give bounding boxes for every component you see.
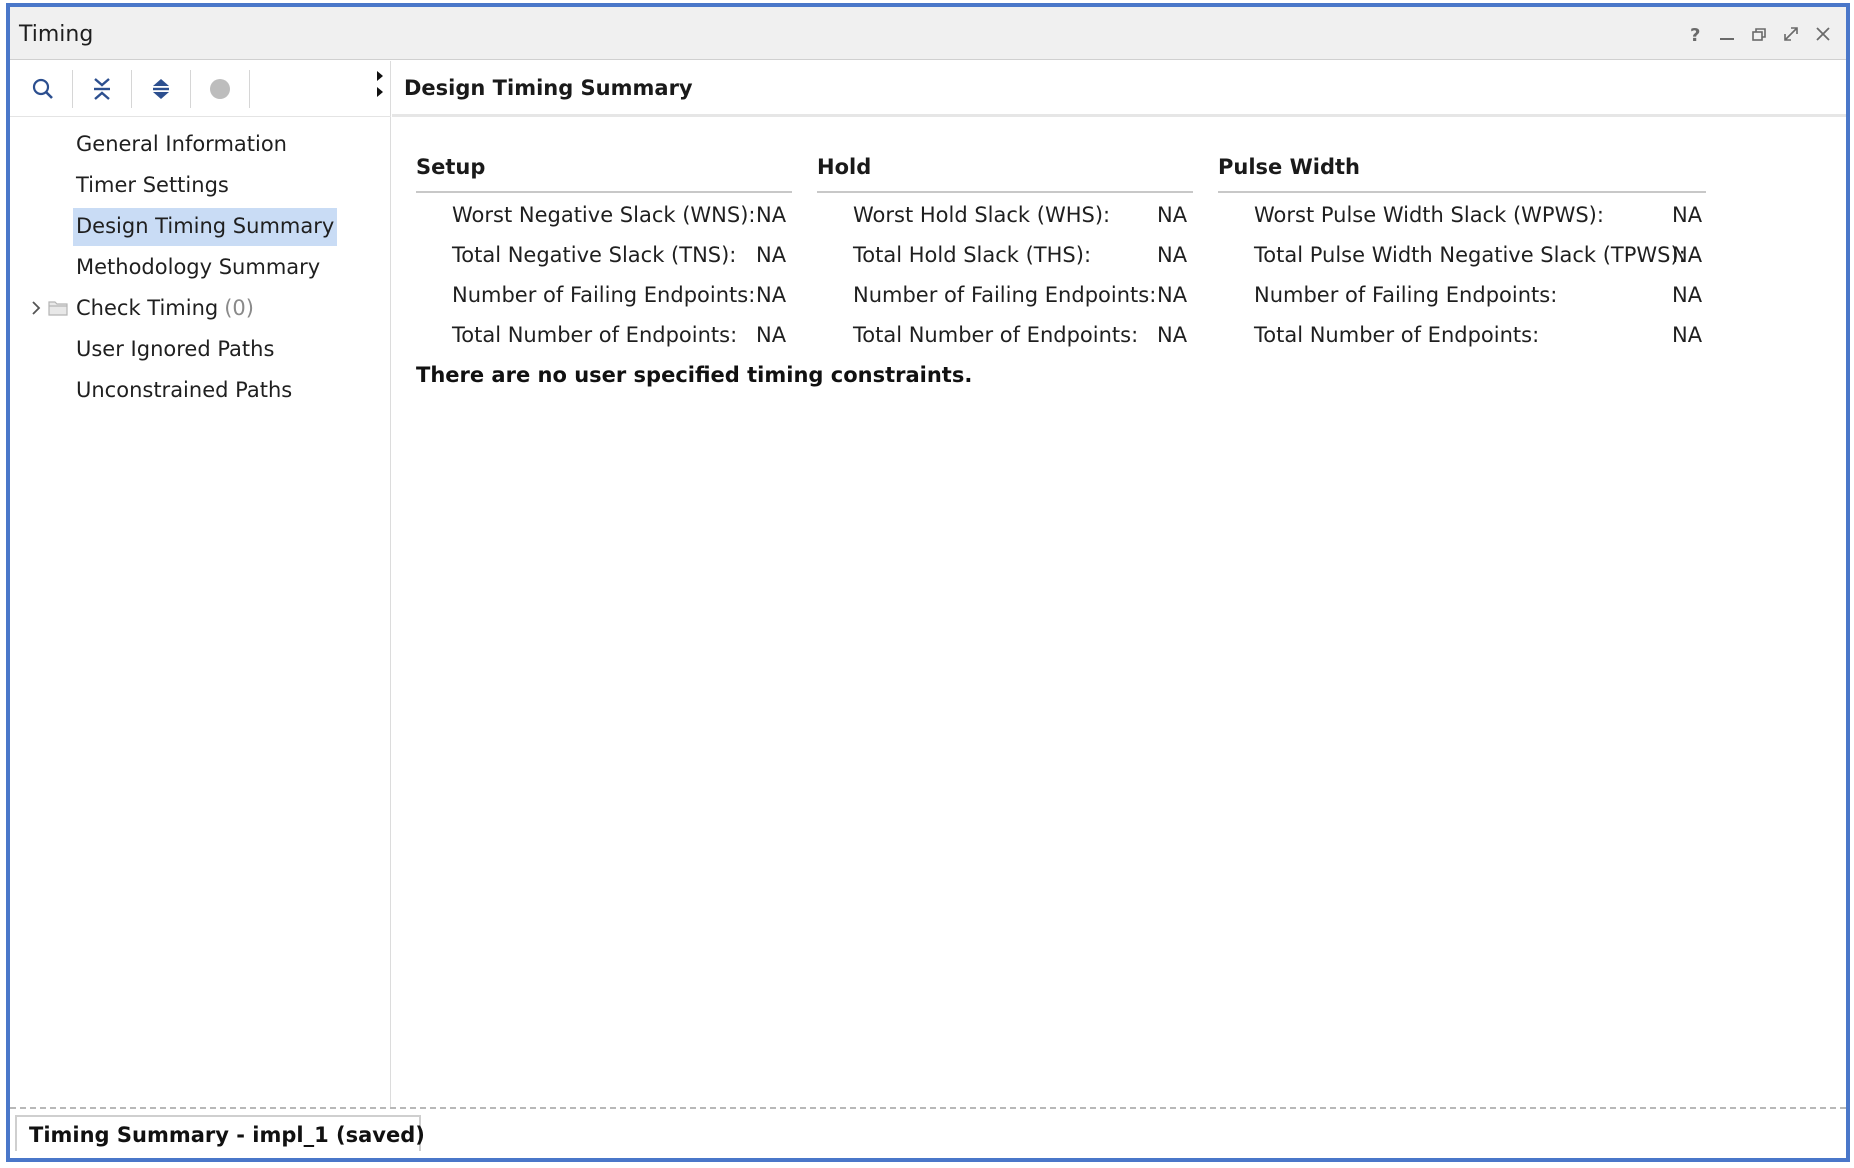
tree-item-text: Check Timing bbox=[76, 296, 219, 320]
tree-item-label: Methodology Summary bbox=[76, 255, 321, 279]
tree-item-label: User Ignored Paths bbox=[76, 337, 275, 361]
pulse-width-row: Worst Pulse Width Slack (WPWS): NA bbox=[1218, 193, 1706, 233]
tab-timing-summary[interactable]: Timing Summary - impl_1 (saved) bbox=[15, 1115, 425, 1151]
row-label: Total Number of Endpoints: bbox=[1254, 323, 1540, 347]
pulse-width-row: Total Pulse Width Negative Slack (TPWS):… bbox=[1218, 233, 1706, 273]
close-icon[interactable] bbox=[1810, 20, 1836, 48]
tree-item-user-ignored-paths[interactable]: User Ignored Paths bbox=[10, 328, 391, 369]
setup-row: Worst Negative Slack (WNS): NA bbox=[416, 193, 792, 233]
setup-row: Total Number of Endpoints: NA bbox=[416, 313, 792, 353]
tree-item-unconstrained-paths[interactable]: Unconstrained Paths bbox=[10, 369, 391, 410]
setup-row: Total Negative Slack (TNS): NA bbox=[416, 233, 792, 273]
tree-item-label: Check Timing (0) bbox=[73, 290, 257, 328]
setup-row: Number of Failing Endpoints: NA bbox=[416, 273, 792, 313]
minimize-icon[interactable] bbox=[1714, 20, 1740, 48]
toolbar-separator bbox=[190, 69, 191, 108]
row-value: NA bbox=[1157, 243, 1188, 267]
svg-text:?: ? bbox=[1690, 25, 1700, 44]
row-value: NA bbox=[1672, 283, 1703, 307]
restore-icon[interactable] bbox=[1746, 20, 1772, 48]
tree-item-label: Design Timing Summary bbox=[73, 208, 338, 246]
no-constraints-message: There are no user specified timing const… bbox=[416, 363, 973, 387]
hold-title: Hold bbox=[817, 155, 1193, 193]
window-title: Timing bbox=[19, 22, 94, 47]
circle-icon[interactable] bbox=[199, 69, 241, 109]
pane-splitter-arrows[interactable] bbox=[375, 69, 387, 103]
row-value: NA bbox=[1157, 323, 1188, 347]
tree-item-design-timing-summary[interactable]: Design Timing Summary bbox=[10, 205, 391, 246]
row-label: Total Pulse Width Negative Slack (TPWS): bbox=[1254, 243, 1686, 267]
hold-row: Worst Hold Slack (WHS): NA bbox=[817, 193, 1193, 233]
pulse-width-row: Total Number of Endpoints: NA bbox=[1218, 313, 1706, 353]
row-label: Worst Negative Slack (WNS): bbox=[452, 203, 756, 227]
row-value: NA bbox=[1672, 203, 1703, 227]
maximize-icon[interactable] bbox=[1778, 20, 1804, 48]
hold-row: Number of Failing Endpoints: NA bbox=[817, 273, 1193, 313]
row-label: Worst Hold Slack (WHS): bbox=[853, 203, 1111, 227]
tree-item-timer-settings[interactable]: Timer Settings bbox=[10, 164, 391, 205]
help-icon[interactable]: ? bbox=[1682, 20, 1708, 48]
row-label: Number of Failing Endpoints: bbox=[1254, 283, 1558, 307]
row-label: Number of Failing Endpoints: bbox=[853, 283, 1157, 307]
tree-item-general-information[interactable]: General Information bbox=[10, 123, 391, 164]
timing-report-tree: General Information Timer Settings Desig… bbox=[10, 123, 391, 410]
window-controls: ? bbox=[1682, 20, 1836, 48]
collapse-all-icon[interactable] bbox=[81, 69, 123, 109]
summary-pane: Design Timing Summary Setup Worst Negati… bbox=[392, 61, 1846, 1107]
row-label: Total Hold Slack (THS): bbox=[853, 243, 1092, 267]
row-value: NA bbox=[1157, 283, 1188, 307]
toolbar-separator bbox=[249, 69, 250, 108]
pulse-width-row: Number of Failing Endpoints: NA bbox=[1218, 273, 1706, 313]
chevron-right-icon[interactable] bbox=[28, 298, 44, 316]
summary-header: Design Timing Summary bbox=[392, 61, 1846, 117]
timing-window: Timing ? General Information Timer Setti… bbox=[6, 3, 1850, 1162]
tree-item-label: Unconstrained Paths bbox=[76, 378, 293, 402]
search-icon[interactable] bbox=[22, 69, 64, 109]
tree-toolbar bbox=[10, 61, 391, 117]
row-value: NA bbox=[756, 323, 787, 347]
setup-section: Setup Worst Negative Slack (WNS): NA Tot… bbox=[416, 155, 792, 353]
title-bar: Timing ? bbox=[10, 7, 1846, 60]
row-label: Total Number of Endpoints: bbox=[853, 323, 1139, 347]
row-label: Number of Failing Endpoints: bbox=[452, 283, 756, 307]
pulse-width-title: Pulse Width bbox=[1218, 155, 1706, 193]
tree-item-count: (0) bbox=[224, 296, 254, 320]
navigation-pane: General Information Timer Settings Desig… bbox=[10, 61, 391, 1107]
folder-icon bbox=[48, 298, 68, 316]
toolbar-separator bbox=[131, 69, 132, 108]
row-label: Total Number of Endpoints: bbox=[452, 323, 738, 347]
row-label: Worst Pulse Width Slack (WPWS): bbox=[1254, 203, 1604, 227]
tree-item-label: Timer Settings bbox=[76, 173, 229, 197]
setup-title: Setup bbox=[416, 155, 792, 193]
row-value: NA bbox=[1672, 323, 1703, 347]
report-tab-bar: Timing Summary - impl_1 (saved) bbox=[10, 1107, 1846, 1158]
row-label: Total Negative Slack (TNS): bbox=[452, 243, 737, 267]
row-value: NA bbox=[1672, 243, 1703, 267]
hold-row: Total Hold Slack (THS): NA bbox=[817, 233, 1193, 273]
pulse-width-section: Pulse Width Worst Pulse Width Slack (WPW… bbox=[1218, 155, 1706, 353]
row-value: NA bbox=[1157, 203, 1188, 227]
hold-row: Total Number of Endpoints: NA bbox=[817, 313, 1193, 353]
row-value: NA bbox=[756, 203, 787, 227]
tree-item-methodology-summary[interactable]: Methodology Summary bbox=[10, 246, 391, 287]
row-value: NA bbox=[756, 283, 787, 307]
tree-item-label: General Information bbox=[76, 132, 287, 156]
toolbar-separator bbox=[72, 69, 73, 108]
row-value: NA bbox=[756, 243, 787, 267]
expand-all-icon[interactable] bbox=[140, 69, 182, 109]
hold-section: Hold Worst Hold Slack (WHS): NA Total Ho… bbox=[817, 155, 1193, 353]
tree-item-check-timing[interactable]: Check Timing (0) bbox=[10, 287, 391, 328]
